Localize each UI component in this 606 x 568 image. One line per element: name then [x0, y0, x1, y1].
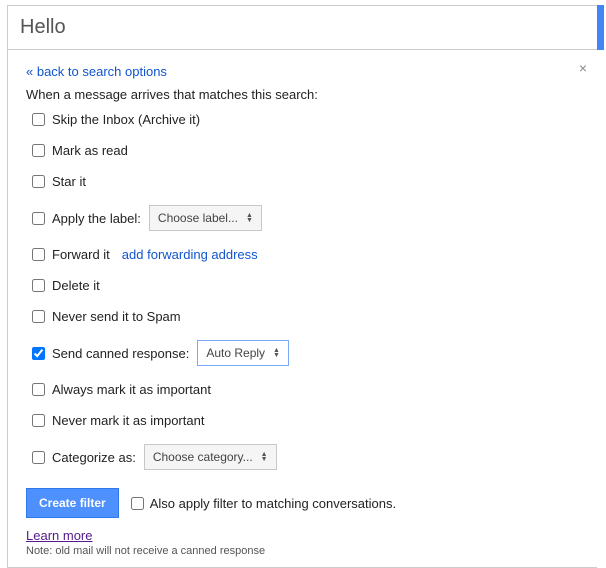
- categorize-label: Categorize as:: [52, 450, 136, 465]
- option-categorize: Categorize as: Choose category... ▲▼: [32, 444, 579, 470]
- forward-it-label: Forward it: [52, 247, 110, 262]
- send-canned-label: Send canned response:: [52, 346, 189, 361]
- apply-label-label: Apply the label:: [52, 211, 141, 226]
- updown-icon: ▲▼: [246, 213, 253, 223]
- always-important-checkbox[interactable]: [32, 383, 45, 396]
- option-always-important: Always mark it as important: [32, 382, 579, 397]
- option-send-canned: Send canned response: Auto Reply ▲▼: [32, 340, 579, 366]
- intro-text: When a message arrives that matches this…: [26, 87, 579, 102]
- skip-inbox-checkbox[interactable]: [32, 113, 45, 126]
- send-canned-checkbox[interactable]: [32, 347, 45, 360]
- categorize-select[interactable]: Choose category... ▲▼: [144, 444, 277, 470]
- also-apply-checkbox[interactable]: [131, 497, 144, 510]
- never-spam-label: Never send it to Spam: [52, 309, 181, 324]
- send-canned-select[interactable]: Auto Reply ▲▼: [197, 340, 289, 366]
- close-icon[interactable]: ×: [579, 60, 587, 76]
- learn-more-link[interactable]: Learn more: [26, 528, 92, 543]
- mark-read-checkbox[interactable]: [32, 144, 45, 157]
- updown-icon: ▲▼: [273, 348, 280, 358]
- option-delete-it: Delete it: [32, 278, 579, 293]
- add-forwarding-link[interactable]: add forwarding address: [122, 247, 258, 262]
- skip-inbox-label: Skip the Inbox (Archive it): [52, 112, 200, 127]
- create-filter-button[interactable]: Create filter: [26, 488, 119, 518]
- delete-it-checkbox[interactable]: [32, 279, 45, 292]
- search-value: Hello: [20, 16, 66, 38]
- options-list: Skip the Inbox (Archive it) Mark as read…: [26, 112, 579, 470]
- also-apply-row: Also apply filter to matching conversati…: [131, 496, 396, 511]
- forward-it-checkbox[interactable]: [32, 248, 45, 261]
- mark-read-label: Mark as read: [52, 143, 128, 158]
- always-important-label: Always mark it as important: [52, 382, 211, 397]
- search-button-edge[interactable]: [597, 5, 604, 50]
- apply-label-checkbox[interactable]: [32, 212, 45, 225]
- star-it-label: Star it: [52, 174, 86, 189]
- option-apply-label: Apply the label: Choose label... ▲▼: [32, 205, 579, 231]
- send-canned-select-text: Auto Reply: [206, 346, 265, 360]
- option-skip-inbox: Skip the Inbox (Archive it): [32, 112, 579, 127]
- filter-panel: × « back to search options When a messag…: [7, 50, 597, 568]
- never-spam-checkbox[interactable]: [32, 310, 45, 323]
- back-to-search-link[interactable]: « back to search options: [26, 64, 167, 79]
- never-important-label: Never mark it as important: [52, 413, 204, 428]
- updown-icon: ▲▼: [261, 452, 268, 462]
- option-forward-it: Forward it add forwarding address: [32, 247, 579, 262]
- option-mark-read: Mark as read: [32, 143, 579, 158]
- bottom-row: Create filter Also apply filter to match…: [26, 488, 579, 518]
- option-star-it: Star it: [32, 174, 579, 189]
- categorize-checkbox[interactable]: [32, 451, 45, 464]
- search-bar[interactable]: Hello: [7, 5, 597, 50]
- star-it-checkbox[interactable]: [32, 175, 45, 188]
- apply-label-select-text: Choose label...: [158, 211, 238, 225]
- option-never-spam: Never send it to Spam: [32, 309, 579, 324]
- delete-it-label: Delete it: [52, 278, 100, 293]
- never-important-checkbox[interactable]: [32, 414, 45, 427]
- apply-label-select[interactable]: Choose label... ▲▼: [149, 205, 262, 231]
- option-never-important: Never mark it as important: [32, 413, 579, 428]
- note-text: Note: old mail will not receive a canned…: [26, 545, 579, 557]
- also-apply-label: Also apply filter to matching conversati…: [150, 496, 396, 511]
- categorize-select-text: Choose category...: [153, 450, 253, 464]
